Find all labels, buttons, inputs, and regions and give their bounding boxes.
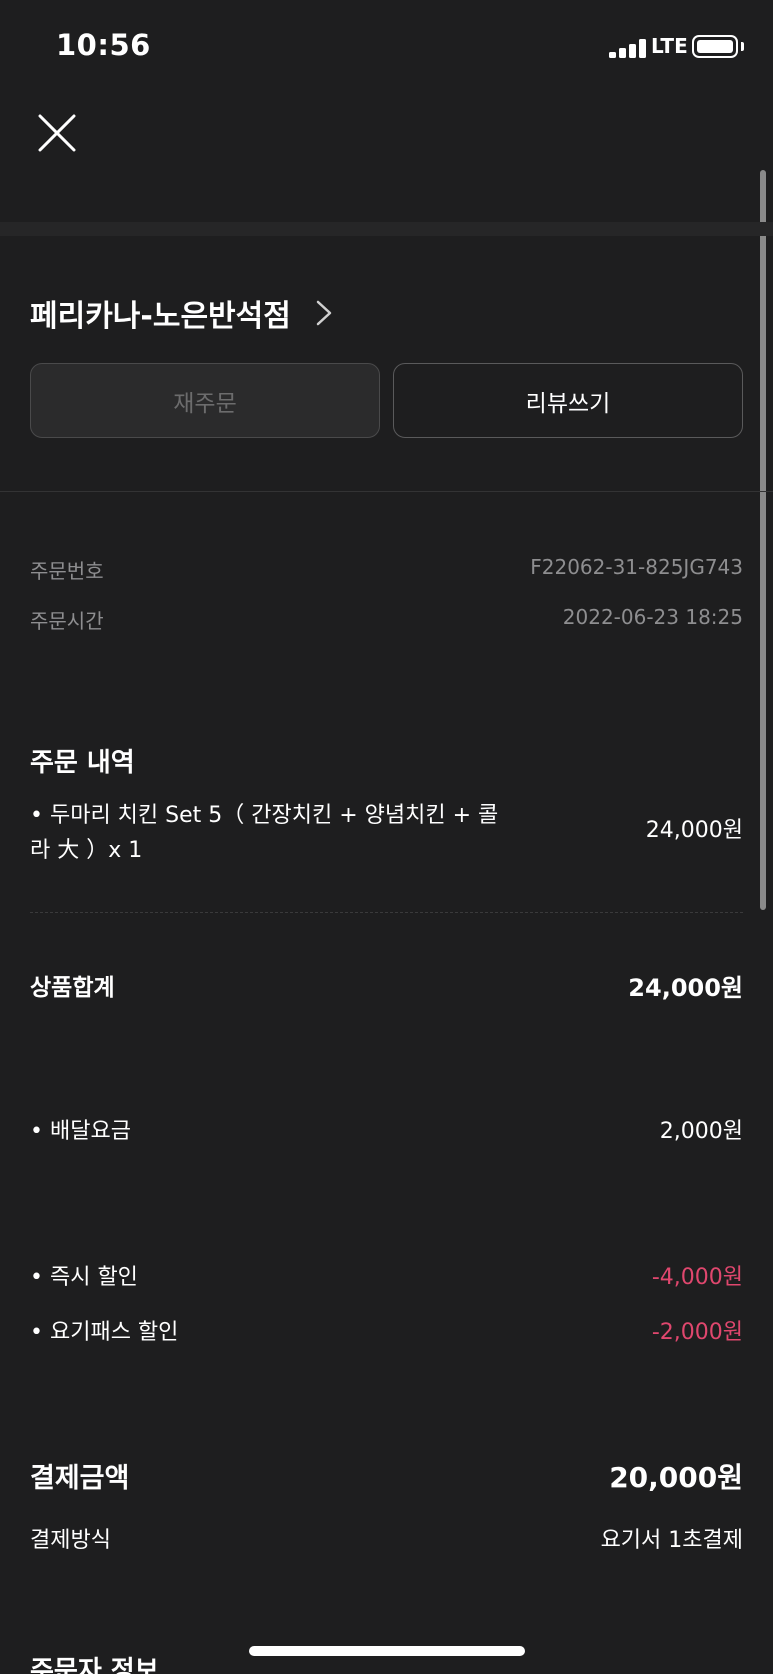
- subtotal-value: 24,000원: [628, 974, 743, 1002]
- instant-discount-value: -4,000원: [651, 1265, 743, 1290]
- write-review-button[interactable]: 리뷰쓰기: [393, 363, 743, 438]
- list-item: • 두마리 치킨 Set 5（ 간장치킨 + 양념치킨 + 콜라 大 ）x 1 …: [30, 798, 743, 868]
- order-details-header: 주문 내역: [30, 742, 743, 779]
- signal-icon: [609, 38, 651, 58]
- yogipass-discount-label: • 요기패스 할인: [30, 1320, 179, 1345]
- yogipass-discount-row: • 요기패스 할인 -2,000원: [30, 1314, 743, 1346]
- close-icon: [38, 114, 76, 152]
- item-price: 24,000원: [645, 818, 743, 843]
- store-link[interactable]: 페리카나-노은반석점: [30, 291, 335, 335]
- status-time: 10:56: [56, 28, 151, 62]
- payment-method-value: 요기서 1초결제: [600, 1528, 743, 1553]
- dashed-divider: [30, 912, 743, 913]
- network-type: LTE: [651, 34, 688, 58]
- chevron-right-icon: [316, 300, 332, 326]
- payment-method-row: 결제방식 요기서 1초결제: [30, 1522, 743, 1554]
- order-time-label: 주문시간: [30, 609, 104, 633]
- order-time-row: 주문시간 2022-06-23 18:25: [30, 605, 743, 634]
- order-details-title: 주문 내역: [30, 748, 135, 778]
- status-bar: 10:56 LTE: [0, 0, 773, 92]
- order-number-value: F22062-31-825JG743: [530, 555, 743, 579]
- payment-total-row: 결제금액 20,000원: [30, 1456, 743, 1496]
- delivery-fee-label: • 배달요금: [30, 1119, 131, 1144]
- order-number-row: 주문번호 F22062-31-825JG743: [30, 555, 743, 584]
- orderer-info-title: 주문자 정보: [30, 1656, 159, 1674]
- subtotal-row: 상품합계 24,000원: [30, 968, 743, 1003]
- payment-method-label: 결제방식: [30, 1528, 111, 1553]
- payment-total-label: 결제금액: [30, 1463, 130, 1494]
- item-name: • 두마리 치킨 Set 5（ 간장치킨 + 양념치킨 + 콜라 大 ）x 1: [30, 803, 499, 863]
- yogipass-discount-value: -2,000원: [651, 1320, 743, 1345]
- battery-icon: [692, 35, 738, 58]
- scrollbar[interactable]: [760, 170, 766, 910]
- battery-cap: [741, 42, 744, 51]
- reorder-button[interactable]: 재주문: [30, 363, 380, 438]
- subtotal-label: 상품합계: [30, 975, 115, 1001]
- payment-total-value: 20,000원: [609, 1461, 743, 1494]
- divider: [0, 491, 773, 492]
- home-indicator[interactable]: [249, 1646, 525, 1656]
- order-time-value: 2022-06-23 18:25: [562, 605, 743, 629]
- instant-discount-row: • 즉시 할인 -4,000원: [30, 1259, 743, 1291]
- delivery-fee-row: • 배달요금 2,000원: [30, 1113, 743, 1145]
- close-button[interactable]: [34, 110, 80, 156]
- store-name: 페리카나-노은반석점: [30, 299, 291, 334]
- section-separator: [0, 222, 773, 236]
- order-number-label: 주문번호: [30, 559, 104, 583]
- delivery-fee-value: 2,000원: [659, 1119, 743, 1144]
- instant-discount-label: • 즉시 할인: [30, 1265, 138, 1290]
